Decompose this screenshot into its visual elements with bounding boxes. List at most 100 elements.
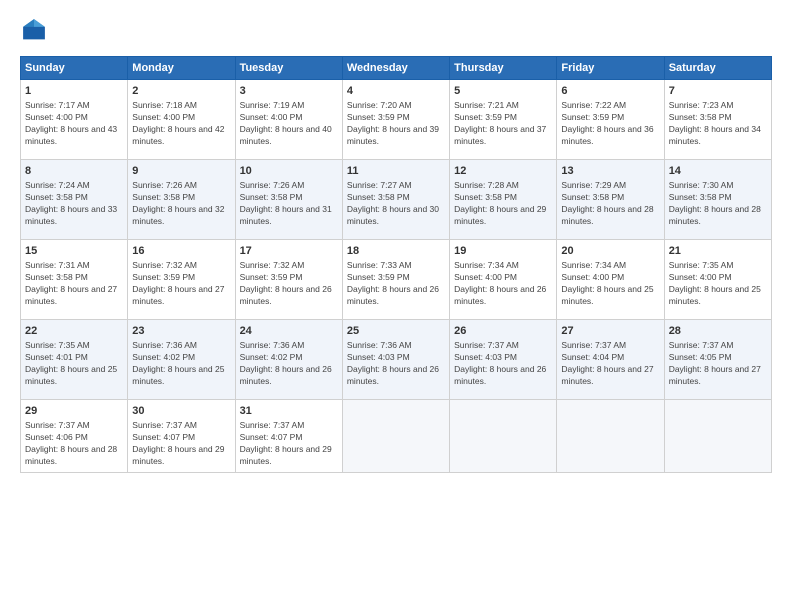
day-info: Sunrise: 7:24 AMSunset: 3:58 PMDaylight:… xyxy=(25,180,123,228)
day-number: 29 xyxy=(25,404,123,419)
calendar-cell: 10Sunrise: 7:26 AMSunset: 3:58 PMDayligh… xyxy=(235,160,342,240)
day-number: 8 xyxy=(25,164,123,179)
day-of-week-saturday: Saturday xyxy=(664,57,771,80)
logo-icon xyxy=(20,16,48,44)
calendar-cell: 29Sunrise: 7:37 AMSunset: 4:06 PMDayligh… xyxy=(21,400,128,473)
calendar-cell: 14Sunrise: 7:30 AMSunset: 3:58 PMDayligh… xyxy=(664,160,771,240)
day-number: 30 xyxy=(132,404,230,419)
day-number: 18 xyxy=(347,244,445,259)
day-number: 26 xyxy=(454,324,552,339)
calendar-cell: 26Sunrise: 7:37 AMSunset: 4:03 PMDayligh… xyxy=(450,320,557,400)
day-number: 11 xyxy=(347,164,445,179)
calendar-row: 1Sunrise: 7:17 AMSunset: 4:00 PMDaylight… xyxy=(21,80,772,160)
calendar-cell: 30Sunrise: 7:37 AMSunset: 4:07 PMDayligh… xyxy=(128,400,235,473)
calendar-cell: 8Sunrise: 7:24 AMSunset: 3:58 PMDaylight… xyxy=(21,160,128,240)
day-number: 4 xyxy=(347,84,445,99)
day-info: Sunrise: 7:28 AMSunset: 3:58 PMDaylight:… xyxy=(454,180,552,228)
calendar-cell: 20Sunrise: 7:34 AMSunset: 4:00 PMDayligh… xyxy=(557,240,664,320)
day-info: Sunrise: 7:29 AMSunset: 3:58 PMDaylight:… xyxy=(561,180,659,228)
calendar-cell: 27Sunrise: 7:37 AMSunset: 4:04 PMDayligh… xyxy=(557,320,664,400)
header xyxy=(20,16,772,44)
day-info: Sunrise: 7:37 AMSunset: 4:04 PMDaylight:… xyxy=(561,340,659,388)
day-info: Sunrise: 7:35 AMSunset: 4:01 PMDaylight:… xyxy=(25,340,123,388)
calendar-cell: 5Sunrise: 7:21 AMSunset: 3:59 PMDaylight… xyxy=(450,80,557,160)
day-number: 23 xyxy=(132,324,230,339)
day-info: Sunrise: 7:37 AMSunset: 4:07 PMDaylight:… xyxy=(240,420,338,468)
calendar-cell: 4Sunrise: 7:20 AMSunset: 3:59 PMDaylight… xyxy=(342,80,449,160)
calendar-cell: 3Sunrise: 7:19 AMSunset: 4:00 PMDaylight… xyxy=(235,80,342,160)
day-of-week-sunday: Sunday xyxy=(21,57,128,80)
calendar-cell: 1Sunrise: 7:17 AMSunset: 4:00 PMDaylight… xyxy=(21,80,128,160)
day-info: Sunrise: 7:32 AMSunset: 3:59 PMDaylight:… xyxy=(240,260,338,308)
day-number: 21 xyxy=(669,244,767,259)
day-info: Sunrise: 7:37 AMSunset: 4:06 PMDaylight:… xyxy=(25,420,123,468)
day-info: Sunrise: 7:37 AMSunset: 4:07 PMDaylight:… xyxy=(132,420,230,468)
day-info: Sunrise: 7:33 AMSunset: 3:59 PMDaylight:… xyxy=(347,260,445,308)
day-info: Sunrise: 7:37 AMSunset: 4:05 PMDaylight:… xyxy=(669,340,767,388)
calendar-cell: 19Sunrise: 7:34 AMSunset: 4:00 PMDayligh… xyxy=(450,240,557,320)
calendar-cell: 2Sunrise: 7:18 AMSunset: 4:00 PMDaylight… xyxy=(128,80,235,160)
day-info: Sunrise: 7:20 AMSunset: 3:59 PMDaylight:… xyxy=(347,100,445,148)
calendar-cell: 6Sunrise: 7:22 AMSunset: 3:59 PMDaylight… xyxy=(557,80,664,160)
day-number: 7 xyxy=(669,84,767,99)
day-number: 19 xyxy=(454,244,552,259)
calendar-cell xyxy=(557,400,664,473)
calendar-header-row: SundayMondayTuesdayWednesdayThursdayFrid… xyxy=(21,57,772,80)
calendar-cell xyxy=(664,400,771,473)
day-number: 24 xyxy=(240,324,338,339)
day-number: 27 xyxy=(561,324,659,339)
calendar-row: 8Sunrise: 7:24 AMSunset: 3:58 PMDaylight… xyxy=(21,160,772,240)
day-info: Sunrise: 7:23 AMSunset: 3:58 PMDaylight:… xyxy=(669,100,767,148)
calendar-cell: 12Sunrise: 7:28 AMSunset: 3:58 PMDayligh… xyxy=(450,160,557,240)
calendar-cell: 16Sunrise: 7:32 AMSunset: 3:59 PMDayligh… xyxy=(128,240,235,320)
calendar-cell: 18Sunrise: 7:33 AMSunset: 3:59 PMDayligh… xyxy=(342,240,449,320)
calendar-cell: 11Sunrise: 7:27 AMSunset: 3:58 PMDayligh… xyxy=(342,160,449,240)
calendar-row: 15Sunrise: 7:31 AMSunset: 3:58 PMDayligh… xyxy=(21,240,772,320)
day-of-week-wednesday: Wednesday xyxy=(342,57,449,80)
calendar-cell: 17Sunrise: 7:32 AMSunset: 3:59 PMDayligh… xyxy=(235,240,342,320)
day-info: Sunrise: 7:37 AMSunset: 4:03 PMDaylight:… xyxy=(454,340,552,388)
day-info: Sunrise: 7:19 AMSunset: 4:00 PMDaylight:… xyxy=(240,100,338,148)
day-of-week-thursday: Thursday xyxy=(450,57,557,80)
day-number: 28 xyxy=(669,324,767,339)
day-info: Sunrise: 7:27 AMSunset: 3:58 PMDaylight:… xyxy=(347,180,445,228)
day-number: 6 xyxy=(561,84,659,99)
day-info: Sunrise: 7:22 AMSunset: 3:59 PMDaylight:… xyxy=(561,100,659,148)
day-number: 5 xyxy=(454,84,552,99)
day-number: 2 xyxy=(132,84,230,99)
day-info: Sunrise: 7:17 AMSunset: 4:00 PMDaylight:… xyxy=(25,100,123,148)
day-of-week-friday: Friday xyxy=(557,57,664,80)
calendar-cell: 24Sunrise: 7:36 AMSunset: 4:02 PMDayligh… xyxy=(235,320,342,400)
calendar-row: 29Sunrise: 7:37 AMSunset: 4:06 PMDayligh… xyxy=(21,400,772,473)
day-number: 13 xyxy=(561,164,659,179)
day-info: Sunrise: 7:30 AMSunset: 3:58 PMDaylight:… xyxy=(669,180,767,228)
calendar-table: SundayMondayTuesdayWednesdayThursdayFrid… xyxy=(20,56,772,473)
day-number: 31 xyxy=(240,404,338,419)
calendar-cell: 13Sunrise: 7:29 AMSunset: 3:58 PMDayligh… xyxy=(557,160,664,240)
calendar-cell: 22Sunrise: 7:35 AMSunset: 4:01 PMDayligh… xyxy=(21,320,128,400)
calendar-cell: 31Sunrise: 7:37 AMSunset: 4:07 PMDayligh… xyxy=(235,400,342,473)
day-number: 10 xyxy=(240,164,338,179)
day-number: 16 xyxy=(132,244,230,259)
day-of-week-tuesday: Tuesday xyxy=(235,57,342,80)
day-info: Sunrise: 7:26 AMSunset: 3:58 PMDaylight:… xyxy=(240,180,338,228)
day-number: 12 xyxy=(454,164,552,179)
day-info: Sunrise: 7:18 AMSunset: 4:00 PMDaylight:… xyxy=(132,100,230,148)
logo xyxy=(20,16,52,44)
day-info: Sunrise: 7:34 AMSunset: 4:00 PMDaylight:… xyxy=(454,260,552,308)
day-info: Sunrise: 7:32 AMSunset: 3:59 PMDaylight:… xyxy=(132,260,230,308)
day-info: Sunrise: 7:36 AMSunset: 4:03 PMDaylight:… xyxy=(347,340,445,388)
calendar-cell: 25Sunrise: 7:36 AMSunset: 4:03 PMDayligh… xyxy=(342,320,449,400)
day-number: 14 xyxy=(669,164,767,179)
day-number: 1 xyxy=(25,84,123,99)
calendar-cell xyxy=(342,400,449,473)
day-info: Sunrise: 7:36 AMSunset: 4:02 PMDaylight:… xyxy=(240,340,338,388)
day-number: 22 xyxy=(25,324,123,339)
calendar-cell: 21Sunrise: 7:35 AMSunset: 4:00 PMDayligh… xyxy=(664,240,771,320)
calendar-cell: 15Sunrise: 7:31 AMSunset: 3:58 PMDayligh… xyxy=(21,240,128,320)
day-of-week-monday: Monday xyxy=(128,57,235,80)
calendar-cell: 23Sunrise: 7:36 AMSunset: 4:02 PMDayligh… xyxy=(128,320,235,400)
day-info: Sunrise: 7:36 AMSunset: 4:02 PMDaylight:… xyxy=(132,340,230,388)
calendar-cell: 28Sunrise: 7:37 AMSunset: 4:05 PMDayligh… xyxy=(664,320,771,400)
day-info: Sunrise: 7:26 AMSunset: 3:58 PMDaylight:… xyxy=(132,180,230,228)
